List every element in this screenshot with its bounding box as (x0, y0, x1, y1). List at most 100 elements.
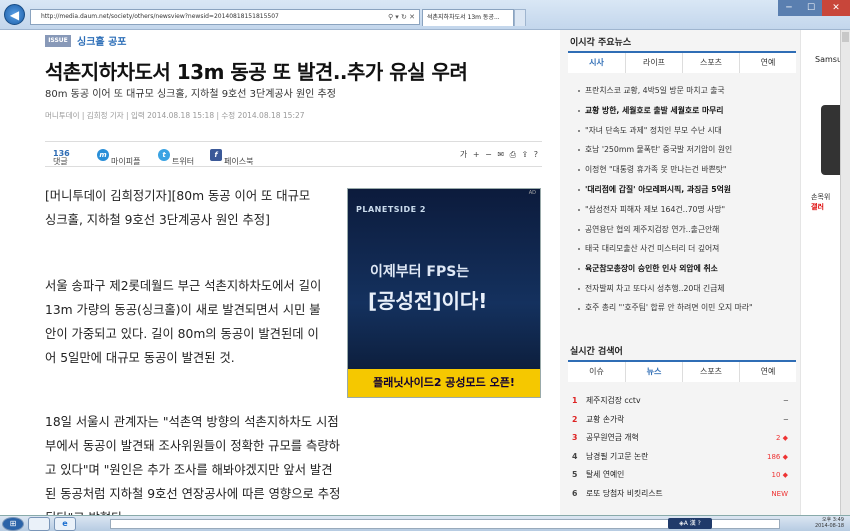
realtime-item[interactable]: 2 교황 손가락 ─ (572, 411, 794, 430)
realtime-item[interactable]: 1 제주지검장 cctv ─ (572, 392, 794, 411)
realtime-item[interactable]: 5 탈세 연예인 10 ◆ (572, 466, 794, 485)
ad-banner[interactable]: AD PLANETSIDE 2 이제부터 FPS는 [공성전]이다! 플래닛사이… (347, 188, 541, 398)
ime-indicator[interactable]: ◈A 漢 ? (668, 518, 712, 529)
issue-badge: ISSUE (45, 35, 71, 47)
clock-date: 2014-08-18 (814, 523, 844, 529)
article-paragraph: [머니투데이 김희정기자][80m 동공 이어 또 대규모 싱크홀, 지하철 9… (45, 189, 311, 227)
rank-change: ─ (783, 415, 788, 424)
top-news-list: 프란치스코 교황, 4박5일 방문 마치고 출국 교황 방한, 세월호로 출발 세… (578, 81, 793, 333)
page-content: ISSUE 싱크홀 공포 석촌지하차도서 13m 동공 또 발견..추가 유실 … (0, 30, 850, 515)
rank-number: 5 (572, 470, 578, 479)
back-button[interactable]: ◀ (4, 4, 25, 25)
back-arrow-icon: ◀ (9, 8, 20, 22)
news-item[interactable]: 공연용단 협의 제주지검장 연가..출근안해 (578, 220, 793, 240)
article-tools[interactable]: 가 + − ✉ ⎙ ⇪ ? (460, 149, 538, 160)
taskbar-app[interactable] (28, 517, 50, 531)
maximize-button[interactable]: ☐ (800, 0, 822, 16)
article-title: 석촌지하차도서 13m 동공 또 발견..추가 유실 우려 (45, 60, 468, 84)
realtime-term: 공무원연금 개혁 (586, 433, 639, 442)
sidebar: 이시각 주요뉴스 시사 라이프 스포츠 연예 프란치스코 교황, 4박5일 방문… (560, 30, 800, 515)
realtime-term: 남경필 기고문 논란 (586, 451, 649, 461)
ad-label: AD (528, 190, 536, 196)
article-subtitle: 80m 동공 이어 또 대규모 싱크홀, 지하철 9호선 3단계공사 원인 추정 (45, 89, 336, 100)
scrollbar[interactable] (840, 30, 850, 515)
side-ad-text: 손목위갤러 (811, 192, 830, 212)
tab-issue[interactable]: 이슈 (568, 362, 625, 382)
scrollbar-thumb[interactable] (842, 32, 849, 42)
tab-entertainment[interactable]: 연예 (739, 53, 796, 73)
realtime-term: 로또 당첨자 비킷리스트 (586, 488, 663, 498)
rank-change: 2 ◆ (775, 434, 788, 442)
tab-rt-sports[interactable]: 스포츠 (682, 362, 739, 382)
ie-icon[interactable]: e (54, 517, 76, 531)
ad-headline: 이제부터 FPS는 (370, 264, 470, 280)
news-item[interactable]: 호주 총리 "'호주팀' 합류 안 하려면 이민 오지 마라" (578, 299, 793, 333)
realtime-item[interactable]: 4 남경필 기고문 논란 186 ◆ (572, 448, 794, 467)
mypeople-label: 마이피플 (111, 157, 141, 166)
realtime-term: 제주지검장 cctv (586, 396, 641, 405)
new-tab-button[interactable] (514, 9, 526, 26)
top-news-tabs: 시사 라이프 스포츠 연예 (568, 51, 796, 73)
rank-change: NEW (771, 489, 788, 498)
article-paragraph: 서울 송파구 제2롯데월드 부근 석촌지하차도에서 길이 13m 가량의 동공(… (45, 279, 322, 365)
realtime-term: 탈세 연예인 (586, 470, 625, 479)
browser-toolbar: ◀ http://media.daum.net/society/others/n… (0, 0, 850, 30)
news-item[interactable]: "삼성전자 피해자 제보 164건..70명 사망" (578, 200, 793, 220)
mypeople-button[interactable]: m 마이피플 (97, 149, 140, 166)
news-item[interactable]: "자녀 단속도 과제" 정치인 부모 수난 시대 (578, 121, 793, 141)
realtime-item[interactable]: 6 로또 당첨자 비킷리스트 NEW (572, 485, 794, 504)
side-ad-brand: Samsu (815, 55, 843, 64)
twitter-icon: t (158, 149, 170, 161)
address-tools-icon[interactable]: ⚲ ▾ ↻ ✕ (388, 10, 415, 24)
clock[interactable]: 오후 3:49 2014-08-18 (815, 517, 844, 529)
tab-sports[interactable]: 스포츠 (682, 53, 739, 73)
realtime-tabs: 이슈 뉴스 스포츠 연예 (568, 360, 796, 382)
browser-window: ◀ http://media.daum.net/society/others/n… (0, 0, 850, 531)
facebook-icon: f (210, 149, 222, 161)
news-item[interactable]: 호남 '250mm 물폭탄' 중국발 저기압이 원인 (578, 140, 793, 160)
ad-cta[interactable]: 플래닛사이드2 공성모드 오픈! (348, 369, 540, 397)
news-item[interactable]: 프란치스코 교황, 4박5일 방문 마치고 출국 (578, 81, 793, 101)
news-item[interactable]: 태국 대리모출산 사건 미스터리 더 깊어져 (578, 239, 793, 259)
side-ad-line1: 손목위 (811, 193, 831, 201)
realtime-term: 교황 손가락 (586, 414, 625, 424)
news-item[interactable]: 교황 방한, 세월호로 출발 세월호로 마무리 (578, 101, 793, 121)
facebook-label: 페이스북 (224, 157, 254, 166)
twitter-button[interactable]: t 트위터 (158, 149, 194, 166)
rank-change: 186 ◆ (767, 452, 788, 461)
issue-link[interactable]: 싱크홀 공포 (77, 33, 126, 48)
news-item[interactable]: '대리점에 갑질' 아모레퍼시픽, 과징금 5억원 (578, 180, 793, 200)
realtime-item[interactable]: 3 공무원연금 개혁 2 ◆ (572, 429, 794, 448)
article-paragraph: 18일 서울시 관계자는 "석촌역 방향의 석촌지하차도 시점부에서 동공이 발… (45, 415, 341, 515)
rank-number: 1 (572, 396, 578, 405)
ad-logo: PLANETSIDE 2 (356, 205, 426, 214)
comments-button[interactable]: 댓글 136 (53, 149, 70, 166)
tab-rt-entertainment[interactable]: 연예 (739, 362, 796, 382)
rank-change: ─ (783, 397, 788, 405)
share-bar: 댓글 136 m 마이피플 t 트위터 f 페이스북 가 + − ✉ ⎙ ⇪ ? (45, 141, 542, 167)
news-item[interactable]: 육군참모총장이 승인한 인사 외압에 취소 (578, 259, 793, 279)
tab-politics[interactable]: 시사 (568, 53, 625, 73)
facebook-button[interactable]: f 페이스북 (210, 149, 253, 166)
rank-change: 10 ◆ (771, 471, 788, 479)
close-button[interactable]: ✕ (822, 0, 850, 16)
minimize-button[interactable]: ─ (778, 0, 800, 16)
rank-number: 6 (572, 488, 578, 498)
realtime-title: 실시간 검색어 (570, 347, 623, 357)
rank-number: 2 (572, 414, 578, 424)
top-news-title: 이시각 주요뉴스 (570, 38, 632, 48)
address-bar[interactable]: http://media.daum.net/society/others/new… (30, 9, 420, 25)
comments-label: 댓글 (53, 157, 68, 166)
tab-active[interactable]: 석촌지하차도서 13m 동공... (422, 9, 514, 26)
tab-news[interactable]: 뉴스 (625, 362, 682, 382)
news-item[interactable]: 전자발찌 차고 또다시 성추행..20대 긴급체 (578, 279, 793, 299)
tab-life[interactable]: 라이프 (625, 53, 682, 73)
article-column: ISSUE 싱크홀 공포 석촌지하차도서 13m 동공 또 발견..추가 유실 … (0, 30, 560, 515)
ad-headline-2: [공성전]이다! (368, 289, 488, 313)
taskbar: ⊞ e ◈A 漢 ? 오후 3:49 2014-08-18 (0, 515, 850, 531)
start-button[interactable]: ⊞ (2, 517, 24, 531)
twitter-label: 트위터 (172, 157, 195, 166)
side-ad-line2: 갤러 (811, 203, 824, 211)
news-item[interactable]: 이정현 "대통령 휴가족 못 만나는건 바쁜탓" (578, 160, 793, 180)
address-text: http://media.daum.net/society/others/new… (41, 13, 279, 20)
